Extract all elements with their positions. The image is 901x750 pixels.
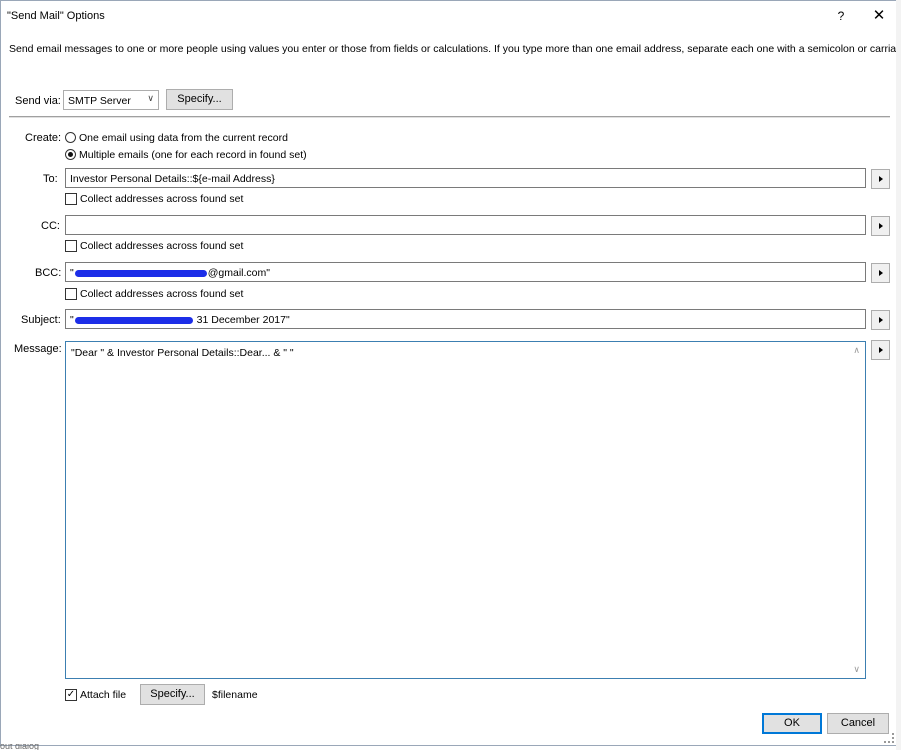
cancel-button[interactable]: Cancel — [827, 713, 889, 734]
to-specify-arrow-button[interactable] — [871, 169, 890, 189]
to-collect-checkbox[interactable] — [65, 193, 77, 205]
cc-label: CC: — [41, 220, 60, 232]
scroll-down-icon[interactable]: ∨ — [853, 664, 860, 675]
send-mail-options-dialog: "Send Mail" Options ? ✕ Send email messa… — [0, 0, 901, 746]
cc-field[interactable] — [65, 215, 866, 235]
title-bar: "Send Mail" Options ? ✕ — [1, 1, 896, 31]
attach-file-label: Attach file — [80, 689, 127, 701]
bcc-collect-label: Collect addresses across found set — [80, 288, 244, 300]
bcc-value: " @gmail.com" — [70, 267, 270, 279]
attach-specify-button[interactable]: Specify... — [140, 684, 205, 705]
chevron-down-icon: ∨ — [147, 93, 154, 103]
attach-file-checkbox[interactable]: ✓ — [65, 689, 77, 701]
bcc-value-suffix: @gmail.com" — [207, 267, 270, 279]
send-via-specify-button[interactable]: Specify... — [166, 89, 233, 110]
message-label: Message: — [14, 343, 62, 355]
bcc-label: BCC: — [35, 267, 62, 279]
radio-multiple-emails[interactable] — [65, 149, 76, 160]
subject-value: " 31 December 2017" — [70, 314, 290, 326]
message-value: "Dear " & Investor Personal Details::Dea… — [71, 347, 294, 359]
background-text: out dialog — [0, 744, 40, 750]
subject-value-prefix: " — [70, 314, 74, 326]
cc-specify-arrow-button[interactable] — [871, 216, 890, 236]
to-collect-label: Collect addresses across found set — [80, 193, 244, 205]
cc-collect-checkbox[interactable] — [65, 240, 77, 252]
send-via-value: SMTP Server — [68, 95, 131, 107]
message-textarea[interactable]: "Dear " & Investor Personal Details::Dea… — [65, 341, 866, 679]
ok-button[interactable]: OK — [762, 713, 822, 734]
bcc-field[interactable]: " @gmail.com" — [65, 262, 866, 282]
redaction-mark — [74, 269, 207, 277]
create-label: Create: — [25, 132, 62, 144]
separator-highlight — [9, 117, 890, 118]
resize-grip-icon[interactable] — [884, 733, 894, 743]
help-button[interactable]: ? — [829, 6, 853, 26]
radio-multiple-emails-label: Multiple emails (one for each record in … — [79, 149, 307, 161]
dialog-title: "Send Mail" Options — [7, 10, 105, 22]
to-label: To: — [43, 173, 58, 185]
bcc-collect-checkbox[interactable] — [65, 288, 77, 300]
send-via-label: Send via: — [15, 95, 61, 107]
radio-one-email[interactable] — [65, 132, 76, 143]
subject-label: Subject: — [21, 314, 61, 326]
bcc-specify-arrow-button[interactable] — [871, 263, 890, 283]
subject-specify-arrow-button[interactable] — [871, 310, 890, 330]
background-edge — [896, 0, 901, 750]
subject-value-suffix: 31 December 2017" — [193, 314, 290, 326]
subject-field[interactable]: " 31 December 2017" — [65, 309, 866, 329]
cc-collect-label: Collect addresses across found set — [80, 240, 244, 252]
bcc-value-prefix: " — [70, 267, 74, 279]
message-specify-arrow-button[interactable] — [871, 340, 890, 360]
dialog-description: Send email messages to one or more peopl… — [9, 43, 901, 55]
radio-one-email-label: One email using data from the current re… — [79, 132, 288, 144]
scroll-up-icon[interactable]: ∧ — [853, 345, 860, 356]
to-value: Investor Personal Details::${e-mail Addr… — [70, 173, 275, 185]
to-field[interactable]: Investor Personal Details::${e-mail Addr… — [65, 168, 866, 188]
send-via-select[interactable]: SMTP Server ∨ — [63, 90, 159, 110]
redaction-mark — [74, 316, 193, 324]
attach-filename: $filename — [212, 689, 258, 701]
close-button[interactable]: ✕ — [867, 6, 891, 26]
